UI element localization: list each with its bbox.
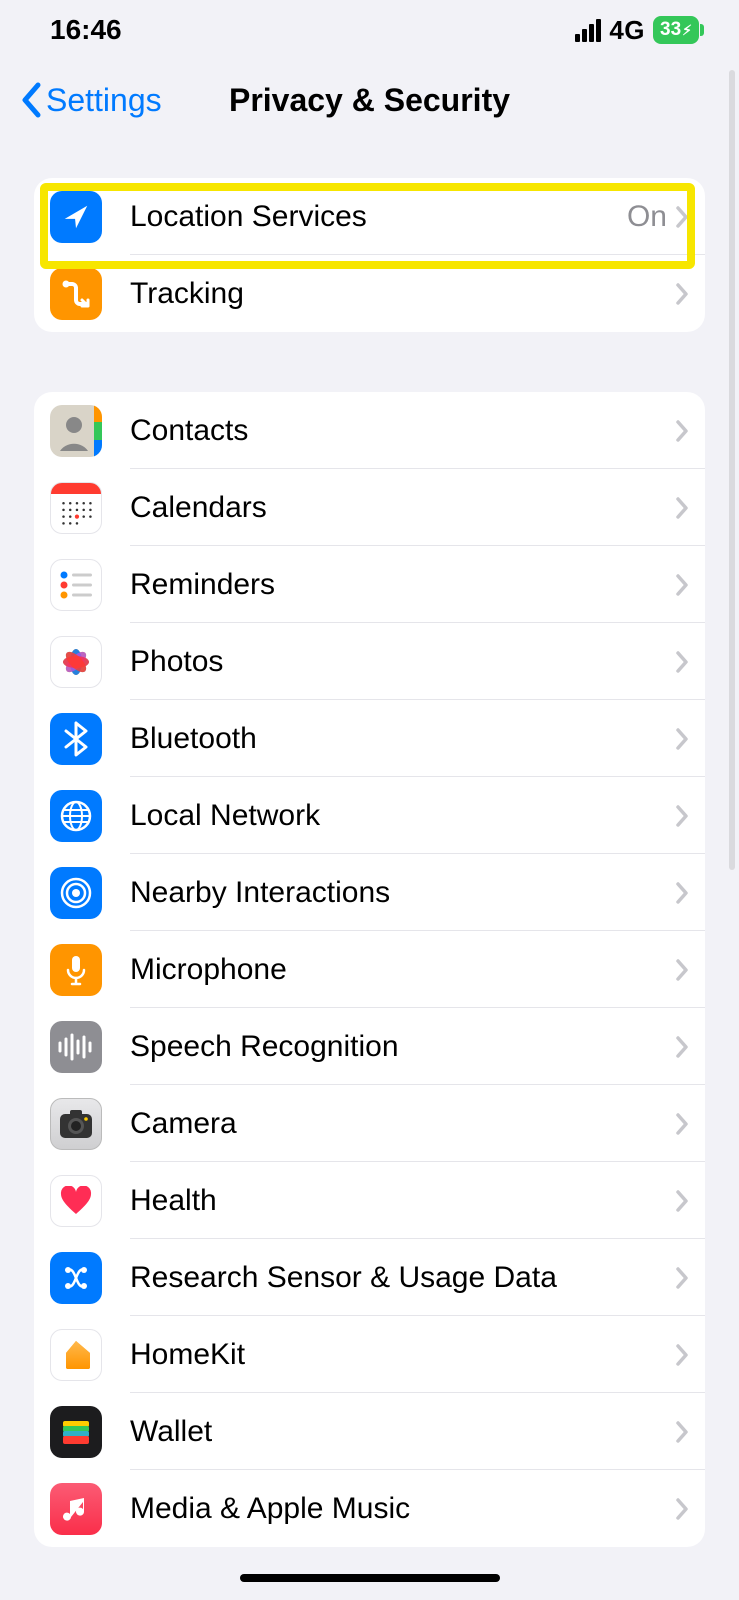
chevron-right-icon	[675, 1266, 689, 1290]
network-type: 4G	[609, 15, 645, 46]
row-homekit[interactable]: HomeKit	[34, 1316, 705, 1393]
row-value: On	[627, 200, 667, 234]
chevron-right-icon	[675, 881, 689, 905]
waveform-icon	[50, 1021, 102, 1073]
chevron-right-icon	[675, 804, 689, 828]
calendar-icon	[50, 482, 102, 534]
row-label: Nearby Interactions	[130, 876, 675, 910]
row-label: Media & Apple Music	[130, 1492, 675, 1526]
chevron-right-icon	[675, 727, 689, 751]
row-tracking[interactable]: Tracking	[34, 255, 705, 332]
row-label: Contacts	[130, 414, 675, 448]
wallet-icon	[50, 1406, 102, 1458]
charging-bolt-icon: ⚡︎	[682, 22, 692, 39]
chevron-right-icon	[675, 1343, 689, 1367]
chevron-right-icon	[675, 496, 689, 520]
nearby-icon	[50, 867, 102, 919]
home-indicator	[240, 1574, 500, 1582]
tracking-icon	[50, 268, 102, 320]
row-label: Location Services	[130, 200, 627, 234]
row-nearby-interactions[interactable]: Nearby Interactions	[34, 854, 705, 931]
chevron-right-icon	[675, 958, 689, 982]
microphone-icon	[50, 944, 102, 996]
status-time: 16:46	[50, 14, 122, 46]
settings-group-privacy: Contacts Calendars	[34, 392, 705, 1547]
status-right: 4G 33⚡︎	[575, 15, 699, 46]
sensor-icon	[50, 1252, 102, 1304]
row-label: Research Sensor & Usage Data	[130, 1261, 675, 1295]
globe-icon	[50, 790, 102, 842]
bluetooth-icon	[50, 713, 102, 765]
row-label: Speech Recognition	[130, 1030, 675, 1064]
row-label: Camera	[130, 1107, 675, 1141]
row-wallet[interactable]: Wallet	[34, 1393, 705, 1470]
chevron-right-icon	[675, 419, 689, 443]
reminders-icon	[50, 559, 102, 611]
scroll-indicator	[729, 70, 735, 870]
row-bluetooth[interactable]: Bluetooth	[34, 700, 705, 777]
back-label: Settings	[46, 82, 162, 119]
row-label: Calendars	[130, 491, 675, 525]
chevron-left-icon	[20, 82, 42, 118]
row-local-network[interactable]: Local Network	[34, 777, 705, 854]
row-contacts[interactable]: Contacts	[34, 392, 705, 469]
back-button[interactable]: Settings	[20, 82, 162, 119]
location-icon	[50, 191, 102, 243]
row-label: Microphone	[130, 953, 675, 987]
heart-icon	[50, 1175, 102, 1227]
chevron-right-icon	[675, 650, 689, 674]
photos-icon	[50, 636, 102, 688]
page-title: Privacy & Security	[229, 82, 510, 119]
row-photos[interactable]: Photos	[34, 623, 705, 700]
chevron-right-icon	[675, 1420, 689, 1444]
chevron-right-icon	[675, 1497, 689, 1521]
row-label: Photos	[130, 645, 675, 679]
row-label: Bluetooth	[130, 722, 675, 756]
music-icon	[50, 1483, 102, 1535]
row-label: HomeKit	[130, 1338, 675, 1372]
row-calendars[interactable]: Calendars	[34, 469, 705, 546]
row-label: Local Network	[130, 799, 675, 833]
row-research-sensor[interactable]: Research Sensor & Usage Data	[34, 1239, 705, 1316]
row-label: Health	[130, 1184, 675, 1218]
row-camera[interactable]: Camera	[34, 1085, 705, 1162]
battery-pct: 33	[660, 19, 681, 41]
cellular-signal-icon	[575, 19, 601, 42]
camera-icon	[50, 1098, 102, 1150]
row-label: Reminders	[130, 568, 675, 602]
row-label: Tracking	[130, 277, 675, 311]
chevron-right-icon	[675, 1035, 689, 1059]
row-health[interactable]: Health	[34, 1162, 705, 1239]
battery-icon: 33⚡︎	[653, 16, 699, 44]
contacts-icon	[50, 405, 102, 457]
row-reminders[interactable]: Reminders	[34, 546, 705, 623]
chevron-right-icon	[675, 282, 689, 306]
home-icon	[50, 1329, 102, 1381]
settings-group-location: Location Services On Tracking	[34, 178, 705, 332]
chevron-right-icon	[675, 1112, 689, 1136]
chevron-right-icon	[675, 573, 689, 597]
row-media-apple-music[interactable]: Media & Apple Music	[34, 1470, 705, 1547]
row-label: Wallet	[130, 1415, 675, 1449]
row-location-services[interactable]: Location Services On	[34, 178, 705, 255]
row-speech-recognition[interactable]: Speech Recognition	[34, 1008, 705, 1085]
status-bar: 16:46 4G 33⚡︎	[0, 0, 739, 60]
row-microphone[interactable]: Microphone	[34, 931, 705, 1008]
nav-bar: Settings Privacy & Security	[0, 60, 739, 140]
chevron-right-icon	[675, 205, 689, 229]
chevron-right-icon	[675, 1189, 689, 1213]
